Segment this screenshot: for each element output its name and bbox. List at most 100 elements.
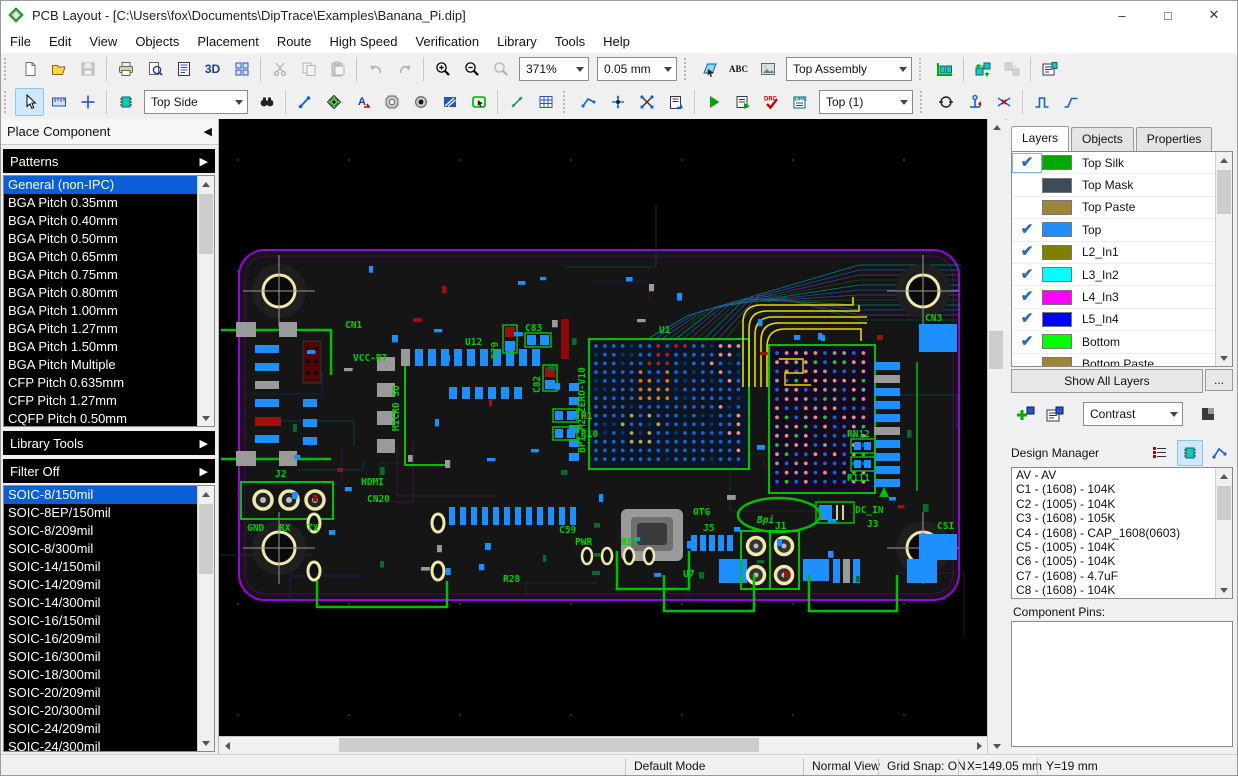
close-button[interactable]: ✕ [1191,1,1237,29]
layer-row[interactable]: Top Mask [1012,174,1232,197]
layer-checkbox[interactable]: ✔ [1012,309,1042,329]
patterns-section-header[interactable]: Patterns ▶ [3,149,215,173]
edit-traces-button[interactable] [574,88,603,116]
menu-route[interactable]: Route [268,31,321,52]
component-list-item[interactable]: C8 - (1608) - 104K [1012,583,1232,597]
layers-more-button[interactable]: ... [1205,369,1233,391]
place-shape-button[interactable] [695,55,724,83]
scroll-down-arrow[interactable] [198,735,214,751]
unroute-net-button[interactable] [632,88,661,116]
zoom-combobox[interactable]: 371% [519,57,589,81]
new-file-button[interactable] [15,55,44,83]
library-tools-section-header[interactable]: Library Tools ▶ [3,431,215,455]
update-from-schematic-button[interactable] [968,55,997,83]
layer-checkbox[interactable]: ✔ [1012,265,1042,285]
tile-windows-button[interactable] [227,55,256,83]
canvas-horizontal-scrollbar[interactable] [219,736,987,754]
place-hole-button[interactable] [406,88,435,116]
pcb-canvas[interactable]: CN1 VCC-RT MICRO SD U12 R79 C83 C82 R1 R… [219,119,987,736]
scroll-up-arrow[interactable] [198,486,214,502]
scroll-down-arrow[interactable] [1216,582,1232,598]
current-layer-combobox[interactable]: Top (1) [819,90,913,114]
assembly-combobox[interactable]: Top Assembly [786,57,912,81]
zoom-window-button[interactable] [486,55,515,83]
differential-pair-button[interactable] [931,88,960,116]
tab-layers[interactable]: Layers [1011,126,1070,152]
place-copper-pour-button[interactable] [435,88,464,116]
chevron-down-icon[interactable] [896,91,912,113]
layer-color-swatch[interactable] [1042,356,1072,366]
component-list-item[interactable]: C2 - (1005) - 104K [1012,497,1232,511]
place-trace-button[interactable] [290,88,319,116]
tab-objects[interactable]: Objects [1071,127,1134,153]
layer-row[interactable]: ✔ L3_In2 [1012,264,1232,287]
print-button[interactable] [111,55,140,83]
toolbar-grip[interactable] [920,91,928,113]
copy-button[interactable] [294,55,323,83]
layer-checkbox[interactable]: ✔ [1012,332,1042,352]
menu-file[interactable]: File [1,31,40,52]
components-view-button[interactable] [1177,440,1203,466]
origin-tool-button[interactable] [73,88,102,116]
layer-row[interactable]: ✔ Top Silk [1012,152,1232,175]
save-button[interactable] [73,55,102,83]
canvas-vertical-scrollbar[interactable] [987,119,1005,754]
layer-color-swatch[interactable] [1042,155,1072,171]
pattern-list-item[interactable]: BGA Pitch 1.00mm [4,302,214,320]
design-manager-scrollbar[interactable] [1215,468,1232,598]
toolbar-grip[interactable] [4,91,12,113]
soic-list-item[interactable]: SOIC-14/150mil [4,558,214,576]
component-list-item[interactable]: C7 - (1608) - 4.7uF [1012,569,1232,583]
chevron-down-icon[interactable] [895,58,911,80]
pattern-list-item[interactable]: BGA Pitch 0.65mm [4,248,214,266]
side-combobox[interactable]: Top Side [144,90,248,114]
soic-scrollbar[interactable] [197,486,214,751]
grid-table-button[interactable] [531,88,560,116]
menu-objects[interactable]: Objects [126,31,188,52]
scroll-down-arrow[interactable] [1216,350,1232,366]
scrollbar-thumb[interactable] [199,504,213,574]
show-all-layers-button[interactable]: Show All Layers [1011,369,1203,393]
route-setup-button[interactable] [661,88,690,116]
menu-verification[interactable]: Verification [406,31,488,52]
contrast-combobox[interactable]: Contrast [1083,402,1183,426]
scroll-up-arrow[interactable] [1216,468,1232,484]
layer-color-swatch[interactable] [1042,289,1072,305]
back-annotate-button[interactable] [997,55,1026,83]
layer-color-swatch[interactable] [1042,334,1072,350]
soic-list-item[interactable]: SOIC-24/300mil [4,738,214,751]
pattern-list-item[interactable]: BGA Pitch Multiple [4,356,214,374]
select-tool-button[interactable] [15,88,44,116]
chevron-down-icon[interactable] [1166,403,1182,425]
pattern-list-item[interactable]: General (non-IPC) [4,176,214,194]
run-autorouter-button[interactable] [699,88,728,116]
layer-pair-swap-button[interactable] [989,88,1018,116]
menu-high-speed[interactable]: High Speed [321,31,407,52]
place-text-button[interactable]: ABC [724,55,753,83]
maximize-button[interactable]: □ [1145,1,1191,29]
component-list-item[interactable]: C4 - (1608) - CAP_1608(0603) [1012,526,1232,540]
component-pins-list[interactable] [1011,621,1233,747]
pattern-list-item[interactable]: BGA Pitch 0.75mm [4,266,214,284]
place-picture-button[interactable] [753,55,782,83]
component-list-item[interactable]: C5 - (1005) - 104K [1012,540,1232,554]
pattern-list-item[interactable]: BGA Pitch 0.50mm [4,230,214,248]
soic-list-item[interactable]: SOIC-8/300mil [4,540,214,558]
placement-setup-button[interactable] [930,55,959,83]
via-style-button[interactable] [960,88,989,116]
traces-view-button[interactable] [1207,440,1233,466]
layer-row[interactable]: ✔ Top [1012,219,1232,242]
scrollbar-thumb[interactable] [1217,486,1231,520]
component-list-item[interactable]: C6 - (1005) - 104K [1012,554,1232,568]
layer-color-swatch[interactable] [1042,222,1072,238]
component-list-item[interactable]: AV - AV [1012,468,1232,482]
scroll-up-arrow[interactable] [988,119,1005,135]
add-layer-button[interactable] [1011,400,1040,428]
chevron-down-icon[interactable] [231,91,247,113]
autorouter-setup-button[interactable] [728,88,757,116]
scroll-left-arrow[interactable] [219,737,235,754]
paste-button[interactable] [323,55,352,83]
tab-properties[interactable]: Properties [1135,127,1213,153]
soic-list-item[interactable]: SOIC-24/209mil [4,720,214,738]
scroll-up-arrow[interactable] [198,176,214,192]
